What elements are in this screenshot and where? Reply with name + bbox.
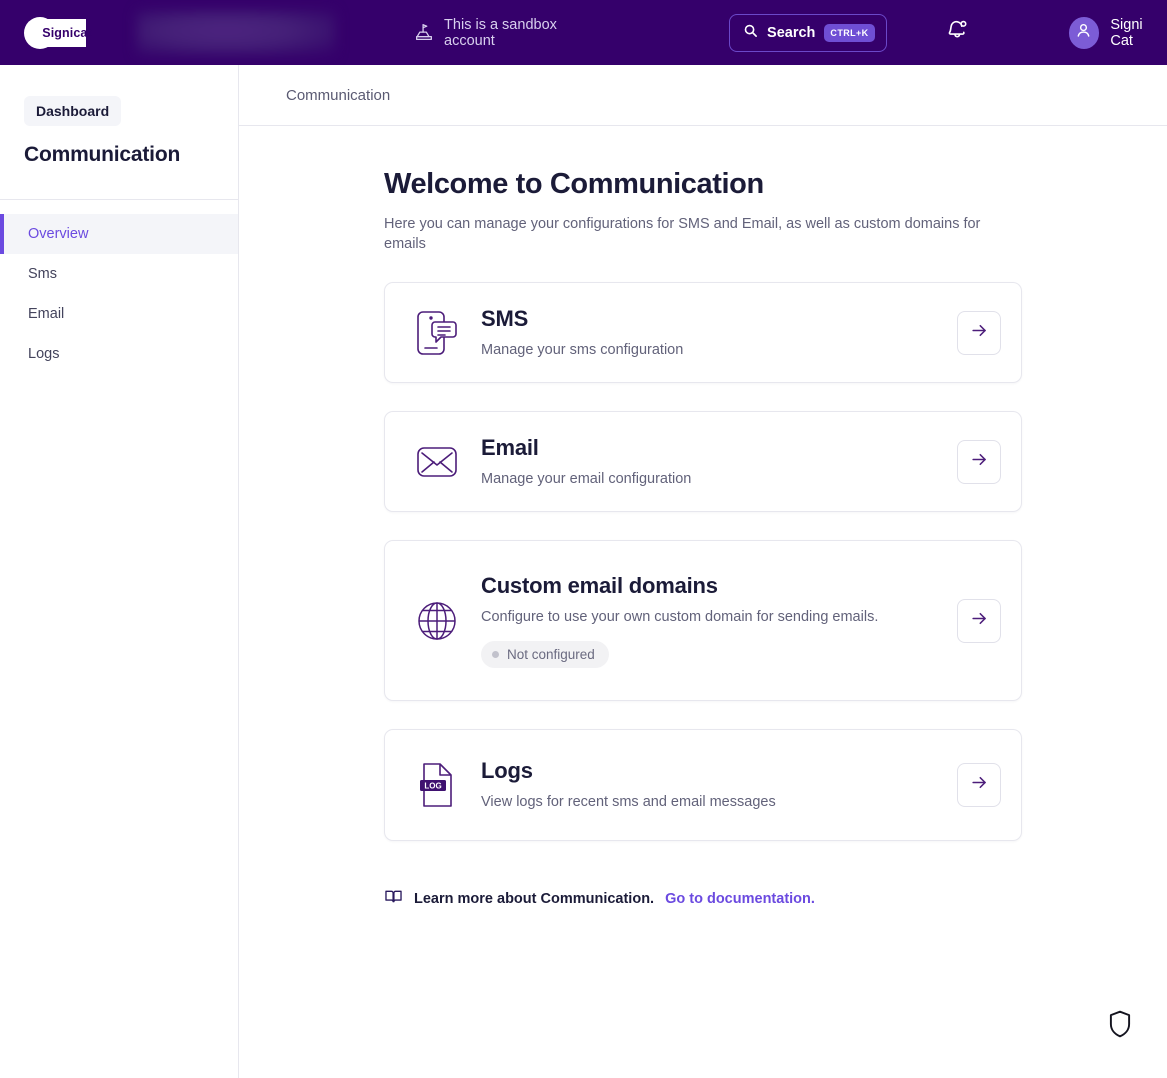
sidebar-item-logs[interactable]: Logs — [0, 334, 238, 374]
sidebar-nav: Overview Sms Email Logs — [0, 200, 238, 374]
shield-icon[interactable] — [1107, 1009, 1133, 1044]
go-to-logs-button[interactable] — [957, 763, 1001, 807]
user-avatar-icon — [1074, 21, 1093, 45]
card-sms[interactable]: SMS Manage your sms configuration — [384, 282, 1022, 383]
breadcrumb-item-communication[interactable]: Communication — [286, 87, 390, 104]
sidebar-item-label: Sms — [28, 266, 57, 282]
sidebar-item-label: Overview — [28, 226, 89, 242]
sidebar: Dashboard Communication Overview Sms Ema… — [0, 65, 239, 1078]
card-logs[interactable]: LOG Logs View logs for recent sms and em… — [384, 729, 1022, 841]
globe-icon — [409, 599, 465, 643]
search-button[interactable]: Search CTRL+K — [729, 13, 887, 52]
card-description: Configure to use your own custom domain … — [481, 609, 879, 625]
status-badge-label: Not configured — [507, 647, 595, 662]
account-name-redacted — [136, 10, 336, 55]
logo-box: Signicat — [40, 18, 92, 47]
email-envelope-icon — [409, 440, 465, 484]
go-to-custom-email-domains-button[interactable] — [957, 598, 1001, 643]
avatar — [1068, 16, 1100, 49]
sandbox-notice-label: This is a sandbox account — [444, 16, 557, 49]
sidebar-item-label: Logs — [28, 346, 60, 362]
user-name: Signi Cat — [1110, 16, 1143, 49]
card-custom-email-domains[interactable]: Custom email domains Configure to use yo… — [384, 540, 1022, 701]
sidebar-section-title: Communication — [24, 143, 181, 166]
arrow-right-icon — [970, 450, 989, 474]
sandbox-flag-icon — [413, 22, 435, 44]
sandbox-notice: This is a sandbox account — [413, 17, 605, 49]
status-dot-icon — [492, 651, 499, 658]
card-title: Logs — [481, 758, 533, 783]
documentation-link[interactable]: Go to documentation. — [665, 891, 815, 907]
sidebar-item-overview[interactable]: Overview — [0, 214, 238, 254]
arrow-right-icon — [970, 609, 989, 633]
notifications-button[interactable] — [945, 17, 971, 48]
card-title: Email — [481, 434, 539, 460]
learn-more-row: Learn more about Communication. Go to do… — [384, 887, 1167, 910]
card-body: SMS Manage your sms configuration — [465, 306, 957, 360]
card-email[interactable]: Email Manage your email configuration — [384, 411, 1022, 512]
card-description: View logs for recent sms and email messa… — [481, 794, 776, 810]
search-shortcut-badge: CTRL+K — [824, 23, 875, 42]
signicat-logo[interactable]: Signicat — [24, 16, 92, 50]
page-subtitle: Here you can manage your configurations … — [384, 216, 981, 252]
user-menu[interactable]: Signi Cat — [1068, 16, 1167, 49]
card-body: Logs View logs for recent sms and email … — [465, 758, 957, 812]
card-description: Manage your sms configuration — [481, 341, 684, 358]
sidebar-item-email[interactable]: Email — [0, 294, 238, 334]
sidebar-item-label: Email — [28, 306, 65, 322]
breadcrumb: Communication — [239, 65, 1167, 126]
main-content: Communication Welcome to Communication H… — [239, 65, 1167, 1078]
go-to-email-button[interactable] — [957, 439, 1001, 484]
sidebar-item-sms[interactable]: Sms — [0, 254, 238, 294]
logo-text: Signicat — [42, 25, 92, 40]
card-body: Custom email domains Configure to use yo… — [465, 573, 957, 668]
arrow-right-icon — [970, 321, 989, 345]
card-description: Manage your email configuration — [481, 470, 692, 487]
card-title: Custom email domains — [481, 573, 718, 598]
log-document-icon: LOG — [409, 761, 465, 809]
go-to-sms-button[interactable] — [957, 310, 1001, 355]
sms-phone-chat-icon — [409, 308, 465, 358]
top-bar: Signicat This is a sandbox account Searc… — [0, 0, 1167, 65]
arrow-right-icon — [970, 773, 989, 797]
status-badge: Not configured — [481, 641, 609, 668]
search-icon — [743, 23, 758, 43]
card-title: SMS — [481, 305, 529, 331]
page-title: Welcome to Communication — [384, 168, 764, 200]
sidebar-dashboard-button[interactable]: Dashboard — [24, 96, 122, 126]
card-body: Email Manage your email configuration — [465, 435, 957, 489]
search-label: Search — [767, 24, 816, 41]
svg-text:LOG: LOG — [424, 781, 441, 790]
content-area: Welcome to Communication Here you can ma… — [239, 126, 1167, 910]
book-icon — [384, 887, 403, 910]
learn-more-label: Learn more about Communication. — [414, 890, 655, 907]
notification-bell-icon — [945, 17, 971, 48]
